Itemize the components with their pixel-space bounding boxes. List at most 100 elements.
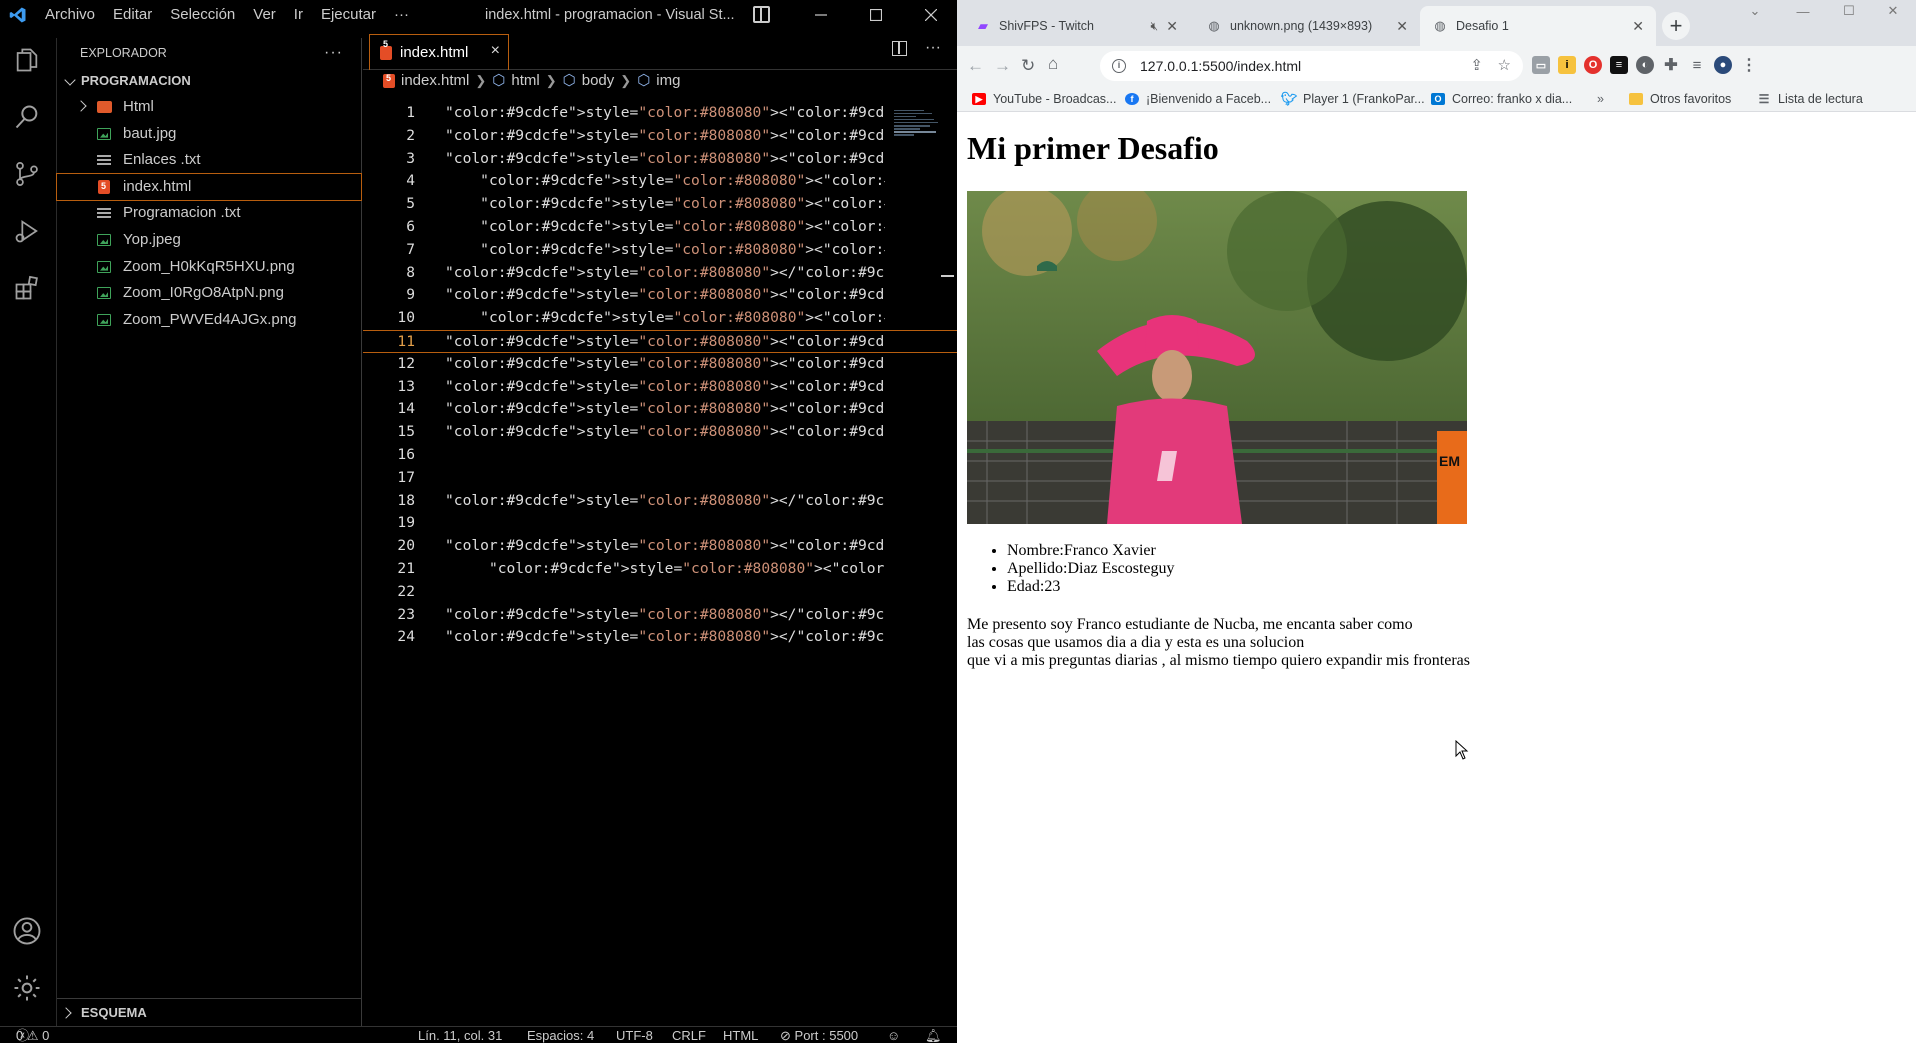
project-folder[interactable]: PROGRAMACION	[57, 68, 361, 94]
close-tab-icon[interactable]: ✕	[1396, 18, 1408, 35]
split-editor-icon[interactable]	[892, 41, 908, 56]
puzzle-extensions-icon[interactable]: ✚	[1662, 56, 1680, 74]
code-line[interactable]: 14 "color:#9cdcfe">style="color:#808080">…	[363, 398, 957, 421]
outline-section[interactable]: ESQUEMA	[57, 998, 361, 1026]
menu-ver[interactable]: Ver	[244, 0, 285, 30]
extension-cast-icon[interactable]: ▭	[1532, 56, 1550, 74]
language-mode[interactable]: HTML	[723, 1027, 758, 1043]
extension-dark-icon[interactable]: ≡	[1610, 56, 1628, 74]
cursor-position[interactable]: Lín. 11, col. 31	[418, 1027, 502, 1043]
code-line[interactable]: 11 "color:#9cdcfe">style="color:#808080">…	[363, 330, 957, 353]
tab-search-icon[interactable]: ⌄	[1732, 0, 1778, 22]
code-line[interactable]: 3 "color:#9cdcfe">style="color:#808080"><…	[363, 148, 957, 171]
code-editor[interactable]: 1 "color:#9cdcfe">style="color:#808080"><…	[363, 102, 957, 982]
close-tab-icon[interactable]: ×	[491, 42, 500, 60]
code-line[interactable]: 20 "color:#9cdcfe">style="color:#808080">…	[363, 535, 957, 558]
account-icon[interactable]	[10, 914, 44, 948]
tab-unknown-png[interactable]: ◍ unknown.png (1439×893) ✕	[1194, 6, 1420, 46]
extension-opera-icon[interactable]: O	[1584, 56, 1602, 74]
breadcrumb-file[interactable]: index.html	[401, 70, 469, 92]
code-line[interactable]: 24 "color:#9cdcfe">style="color:#808080">…	[363, 626, 957, 649]
menu-editar[interactable]: Editar	[104, 0, 161, 30]
code-line[interactable]: 23 "color:#9cdcfe">style="color:#808080">…	[363, 604, 957, 627]
code-line[interactable]: 5 "color:#9cdcfe">style="color:#808080">…	[363, 193, 957, 216]
breadcrumb-html[interactable]: html	[511, 70, 539, 92]
tree-item-zoom-3[interactable]: Zoom_PWVEd4AJGx.png	[57, 307, 361, 334]
problems-indicator[interactable]: ⓧ 0 ⚠ 0	[16, 1027, 49, 1043]
bookmark-twitter[interactable]: 🐦︎ Player 1 (FrankoPar...	[1281, 86, 1425, 112]
extensions-icon[interactable]	[10, 271, 44, 305]
extension-round-icon[interactable]: ◐	[1636, 56, 1654, 74]
tab-twitch[interactable]: ▰ ShivFPS - Twitch 🔇︎ ✕	[963, 6, 1190, 46]
reload-icon[interactable]: ↻	[1021, 56, 1035, 76]
tab-index-html[interactable]: index.html ×	[369, 34, 509, 70]
code-line[interactable]: 16	[363, 444, 957, 467]
tree-item-programacion-txt[interactable]: Programacion .txt	[57, 200, 361, 227]
minimap[interactable]	[894, 108, 944, 178]
bookmark-other[interactable]: Otros favoritos	[1629, 86, 1731, 112]
reading-list[interactable]: ☰ Lista de lectura	[1757, 86, 1863, 112]
maximize-icon[interactable]: ☐	[1826, 0, 1872, 22]
forward-icon[interactable]: →	[994, 56, 1011, 76]
breadcrumb-img[interactable]: img	[656, 70, 680, 92]
bookmark-outlook[interactable]: O Correo: franko x dia...	[1431, 86, 1572, 112]
menu-more[interactable]: ···	[385, 0, 418, 30]
run-debug-icon[interactable]	[10, 214, 44, 248]
explorer-more-icon[interactable]: ···	[324, 38, 343, 68]
bookmark-star-icon[interactable]: ☆	[1498, 51, 1511, 81]
search-icon[interactable]	[10, 100, 44, 134]
menu-seleccion[interactable]: Selección	[161, 0, 244, 30]
code-line[interactable]: 1 "color:#9cdcfe">style="color:#808080"><…	[363, 102, 957, 125]
more-actions-icon[interactable]: ···	[925, 39, 941, 57]
indentation[interactable]: Espacios: 4	[527, 1027, 594, 1043]
source-control-icon[interactable]	[10, 157, 44, 191]
bookmark-youtube[interactable]: ▶ YouTube - Broadcas...	[972, 86, 1116, 112]
code-line[interactable]: 7 "color:#9cdcfe">style="color:#808080">…	[363, 239, 957, 262]
tree-item-baut-jpg[interactable]: baut.jpg	[57, 121, 361, 148]
bookmark-facebook[interactable]: f ¡Bienvenido a Faceb...	[1125, 86, 1271, 112]
minimize-icon[interactable]	[793, 0, 848, 30]
explorer-files-icon[interactable]	[10, 43, 44, 77]
code-line[interactable]: 21 "color:#9cdcfe">style="color:#808080"…	[363, 558, 957, 581]
share-icon[interactable]: ⇪	[1470, 51, 1483, 81]
address-bar[interactable]: i 127.0.0.1:5500/index.html ⇪ ☆	[1100, 51, 1523, 81]
line-ending[interactable]: CRLF	[672, 1027, 706, 1043]
code-line[interactable]: 2 "color:#9cdcfe">style="color:#808080"><…	[363, 125, 957, 148]
tree-item-zoom-1[interactable]: Zoom_H0kKqR5HXU.png	[57, 254, 361, 281]
scrollbar-marker[interactable]	[941, 275, 954, 277]
mute-icon[interactable]: 🔇︎	[1150, 19, 1158, 34]
tab-desafio-1[interactable]: ◍ Desafio 1 ✕	[1420, 6, 1656, 46]
tree-item-html-folder[interactable]: Html	[57, 94, 361, 121]
minimize-icon[interactable]: —	[1780, 0, 1826, 22]
code-line[interactable]: 18 "color:#9cdcfe">style="color:#808080">…	[363, 490, 957, 513]
bookmarks-overflow-icon[interactable]: »	[1597, 86, 1604, 112]
tree-item-enlaces-txt[interactable]: Enlaces .txt	[57, 147, 361, 174]
code-line[interactable]: 13 "color:#9cdcfe">style="color:#808080">…	[363, 376, 957, 399]
code-line[interactable]: 6 "color:#9cdcfe">style="color:#808080">…	[363, 216, 957, 239]
chrome-menu-icon[interactable]: ⋮	[1740, 56, 1758, 74]
home-icon[interactable]: ⌂	[1048, 54, 1058, 74]
maximize-icon[interactable]	[848, 0, 903, 30]
code-line[interactable]: 15 "color:#9cdcfe">style="color:#808080">…	[363, 421, 957, 444]
breadcrumb-body[interactable]: body	[582, 70, 615, 92]
tree-item-index-html[interactable]: index.html	[56, 173, 362, 202]
code-line[interactable]: 10 "color:#9cdcfe">style="color:#808080"…	[363, 307, 957, 330]
avatar[interactable]: ●	[1714, 56, 1732, 74]
site-info-icon[interactable]: i	[1112, 59, 1126, 73]
bell-icon[interactable]: 🔔︎	[925, 1027, 942, 1043]
close-icon[interactable]: ✕	[1870, 0, 1916, 22]
back-icon[interactable]: ←	[967, 56, 984, 76]
new-tab-button[interactable]: +	[1662, 12, 1690, 40]
code-line[interactable]: 19	[363, 512, 957, 535]
menu-archivo[interactable]: Archivo	[36, 0, 104, 30]
code-line[interactable]: 12 "color:#9cdcfe">style="color:#808080">…	[363, 353, 957, 376]
encoding[interactable]: UTF-8	[616, 1027, 653, 1043]
live-server-port[interactable]: ⊘ Port : 5500	[780, 1027, 858, 1043]
close-tab-icon[interactable]: ✕	[1166, 18, 1178, 35]
code-line[interactable]: 4 "color:#9cdcfe">style="color:#808080">…	[363, 170, 957, 193]
customize-layout-icon[interactable]	[753, 6, 770, 23]
extension-i-icon[interactable]: i	[1558, 56, 1576, 74]
tree-item-zoom-2[interactable]: Zoom_I0RgO8AtpN.png	[57, 280, 361, 307]
code-line[interactable]: 22	[363, 581, 957, 604]
close-icon[interactable]	[903, 0, 958, 30]
